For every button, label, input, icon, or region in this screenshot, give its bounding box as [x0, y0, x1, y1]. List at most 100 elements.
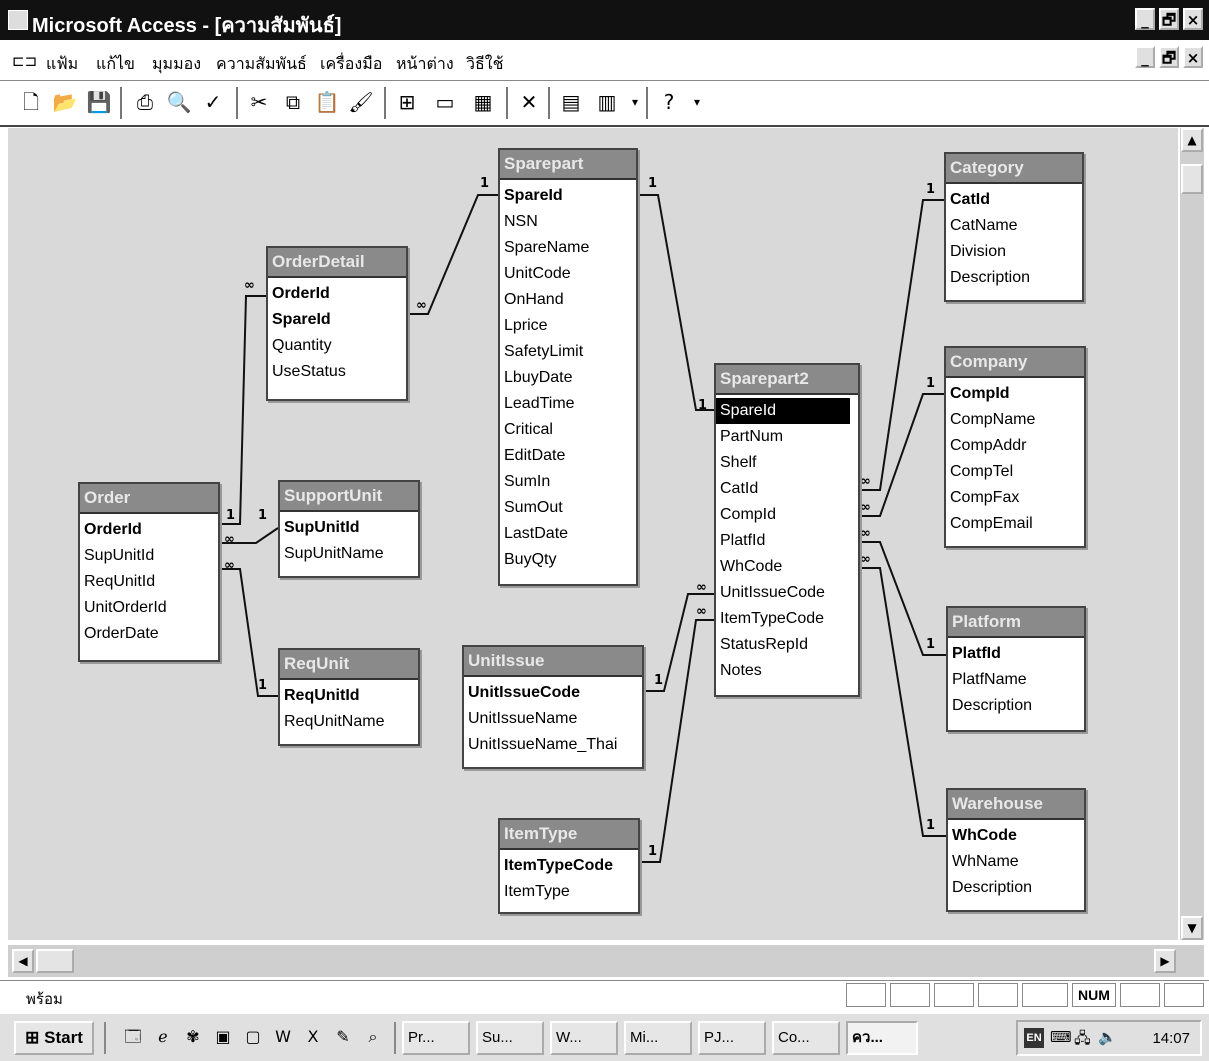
field-item[interactable]: PlatfName — [948, 667, 1084, 693]
menu-relationships[interactable]: ความสัมพันธ์ — [216, 52, 307, 77]
field-item[interactable]: UseStatus — [268, 359, 406, 385]
field-item[interactable]: Quantity — [268, 333, 406, 359]
field-item[interactable]: PlatfId — [716, 528, 858, 554]
field-item[interactable]: StatusRepId — [716, 632, 858, 658]
table-sparepart2[interactable]: Sparepart2 SpareId PartNum Shelf CatId C… — [714, 363, 860, 697]
cut-icon[interactable]: ✂ — [246, 89, 272, 115]
copy-icon[interactable]: ⧉ — [280, 89, 306, 115]
clock[interactable]: 14:07 — [1152, 1030, 1190, 1047]
spelling-icon[interactable]: ✓ — [200, 89, 226, 115]
quicklaunch-app-icon[interactable]: ▣ — [212, 1026, 234, 1048]
table-orderdetail[interactable]: OrderDetail OrderId SpareId Quantity Use… — [266, 246, 408, 401]
table-title[interactable]: Sparepart2 — [716, 365, 858, 395]
field-item[interactable]: UnitIssueCode — [716, 580, 858, 606]
database-window-icon[interactable]: ▤ — [558, 89, 584, 115]
table-sparepart[interactable]: Sparepart SpareId NSN SpareName UnitCode… — [498, 148, 638, 586]
field-item[interactable]: SupUnitId — [80, 543, 218, 569]
minimize-button[interactable]: _ — [1135, 8, 1155, 30]
field-item[interactable]: ReqUnitId — [80, 569, 218, 595]
table-title[interactable]: UnitIssue — [464, 647, 642, 677]
taskbar-task[interactable]: Mi... — [624, 1021, 692, 1055]
taskbar-task[interactable]: W... — [550, 1021, 618, 1055]
taskbar-task-active[interactable]: คว... — [846, 1021, 918, 1055]
field-item[interactable]: NSN — [500, 209, 636, 235]
relationships-doc-icon[interactable]: ⊏⊐ — [12, 52, 37, 70]
table-title[interactable]: Category — [946, 154, 1082, 184]
taskbar-task[interactable]: Pr... — [402, 1021, 470, 1055]
help-icon[interactable]: ? — [656, 89, 682, 115]
table-warehouse[interactable]: Warehouse WhCode WhName Description — [946, 788, 1086, 912]
print-preview-icon[interactable]: 🔍 — [166, 89, 192, 115]
field-item[interactable]: ItemTypeCode — [500, 853, 638, 879]
table-title[interactable]: ItemType — [500, 820, 638, 850]
field-item[interactable]: LbuyDate — [500, 365, 636, 391]
table-title[interactable]: OrderDetail — [268, 248, 406, 278]
table-title[interactable]: ReqUnit — [280, 650, 418, 680]
scroll-thumb[interactable] — [1181, 164, 1203, 194]
table-order[interactable]: Order OrderId SupUnitId ReqUnitId UnitOr… — [78, 482, 220, 662]
field-item[interactable]: UnitIssueCode — [464, 680, 642, 706]
field-item[interactable]: SumOut — [500, 495, 636, 521]
field-item[interactable]: ItemType — [500, 879, 638, 905]
new-icon[interactable]: 🗋 — [18, 89, 44, 115]
field-item[interactable]: UnitIssueName — [464, 706, 642, 732]
field-item[interactable]: SafetyLimit — [500, 339, 636, 365]
table-title[interactable]: Order — [80, 484, 218, 514]
table-title[interactable]: Warehouse — [948, 790, 1084, 820]
field-item[interactable]: CompName — [946, 407, 1084, 433]
table-company[interactable]: Company CompId CompName CompAddr CompTel… — [944, 346, 1086, 548]
menu-view[interactable]: มุมมอง — [152, 52, 201, 77]
field-item[interactable]: CompEmail — [946, 511, 1084, 537]
scroll-right-arrow-icon[interactable]: ▶ — [1154, 949, 1176, 973]
doc-close-button[interactable]: × — [1183, 46, 1203, 68]
field-item[interactable]: Lprice — [500, 313, 636, 339]
quicklaunch-app-icon[interactable]: ✾ — [182, 1026, 204, 1048]
field-item[interactable]: CompId — [946, 381, 1084, 407]
table-category[interactable]: Category CatId CatName Division Descript… — [944, 152, 1084, 302]
field-item[interactable]: BuyQty — [500, 547, 636, 573]
open-icon[interactable]: 📂 — [52, 89, 78, 115]
menu-edit[interactable]: แก้ไข — [96, 52, 135, 77]
table-platform[interactable]: Platform PlatfId PlatfName Description — [946, 606, 1086, 732]
delete-icon[interactable]: ✕ — [516, 89, 542, 115]
table-title[interactable]: Platform — [948, 608, 1084, 638]
table-unitissue[interactable]: UnitIssue UnitIssueCode UnitIssueName Un… — [462, 645, 644, 769]
taskbar-task[interactable]: Su... — [476, 1021, 544, 1055]
field-item[interactable]: Shelf — [716, 450, 858, 476]
quicklaunch-app-icon[interactable]: ✎ — [332, 1026, 354, 1048]
field-item[interactable]: SumIn — [500, 469, 636, 495]
new-object-icon[interactable]: ▥ — [594, 89, 620, 115]
field-item[interactable]: CompAddr — [946, 433, 1084, 459]
field-item[interactable]: ReqUnitId — [280, 683, 418, 709]
menu-help[interactable]: วิธีใช้ — [466, 52, 503, 77]
menu-tools[interactable]: เครื่องมือ — [320, 52, 382, 77]
field-item[interactable]: OrderId — [268, 281, 406, 307]
field-item[interactable]: UnitCode — [500, 261, 636, 287]
field-item[interactable]: ReqUnitName — [280, 709, 418, 735]
quicklaunch-app-icon[interactable]: ▢ — [242, 1026, 264, 1048]
table-title[interactable]: Company — [946, 348, 1084, 378]
field-item[interactable]: Description — [948, 693, 1084, 719]
scroll-left-arrow-icon[interactable]: ◀ — [12, 949, 34, 973]
table-supportunit[interactable]: SupportUnit SupUnitId SupUnitName — [278, 480, 420, 578]
field-item[interactable]: Notes — [716, 658, 858, 684]
search-icon[interactable]: ⌕ — [362, 1026, 384, 1048]
field-item[interactable]: UnitOrderId — [80, 595, 218, 621]
taskbar-task[interactable]: PJ... — [698, 1021, 766, 1055]
horizontal-scrollbar[interactable]: ◀ ▶ — [8, 945, 1204, 977]
field-item[interactable]: OrderDate — [80, 621, 218, 647]
doc-restore-button[interactable]: 🗗 — [1159, 46, 1179, 68]
field-item[interactable]: CatId — [716, 476, 858, 502]
doc-minimize-button[interactable]: _ — [1135, 46, 1155, 68]
excel-icon[interactable]: X — [302, 1026, 324, 1048]
field-item[interactable]: PartNum — [716, 424, 858, 450]
taskbar-task[interactable]: Co... — [772, 1021, 840, 1055]
volume-icon[interactable]: 🔈 — [1098, 1028, 1117, 1046]
field-item-selected[interactable]: SpareId — [716, 398, 850, 424]
field-item[interactable]: CompTel — [946, 459, 1084, 485]
language-indicator[interactable]: EN — [1024, 1028, 1044, 1048]
field-item[interactable]: WhCode — [948, 823, 1084, 849]
menu-file[interactable]: แฟ้ม — [46, 52, 78, 77]
field-item[interactable]: WhCode — [716, 554, 858, 580]
field-item[interactable]: SupUnitId — [280, 515, 418, 541]
